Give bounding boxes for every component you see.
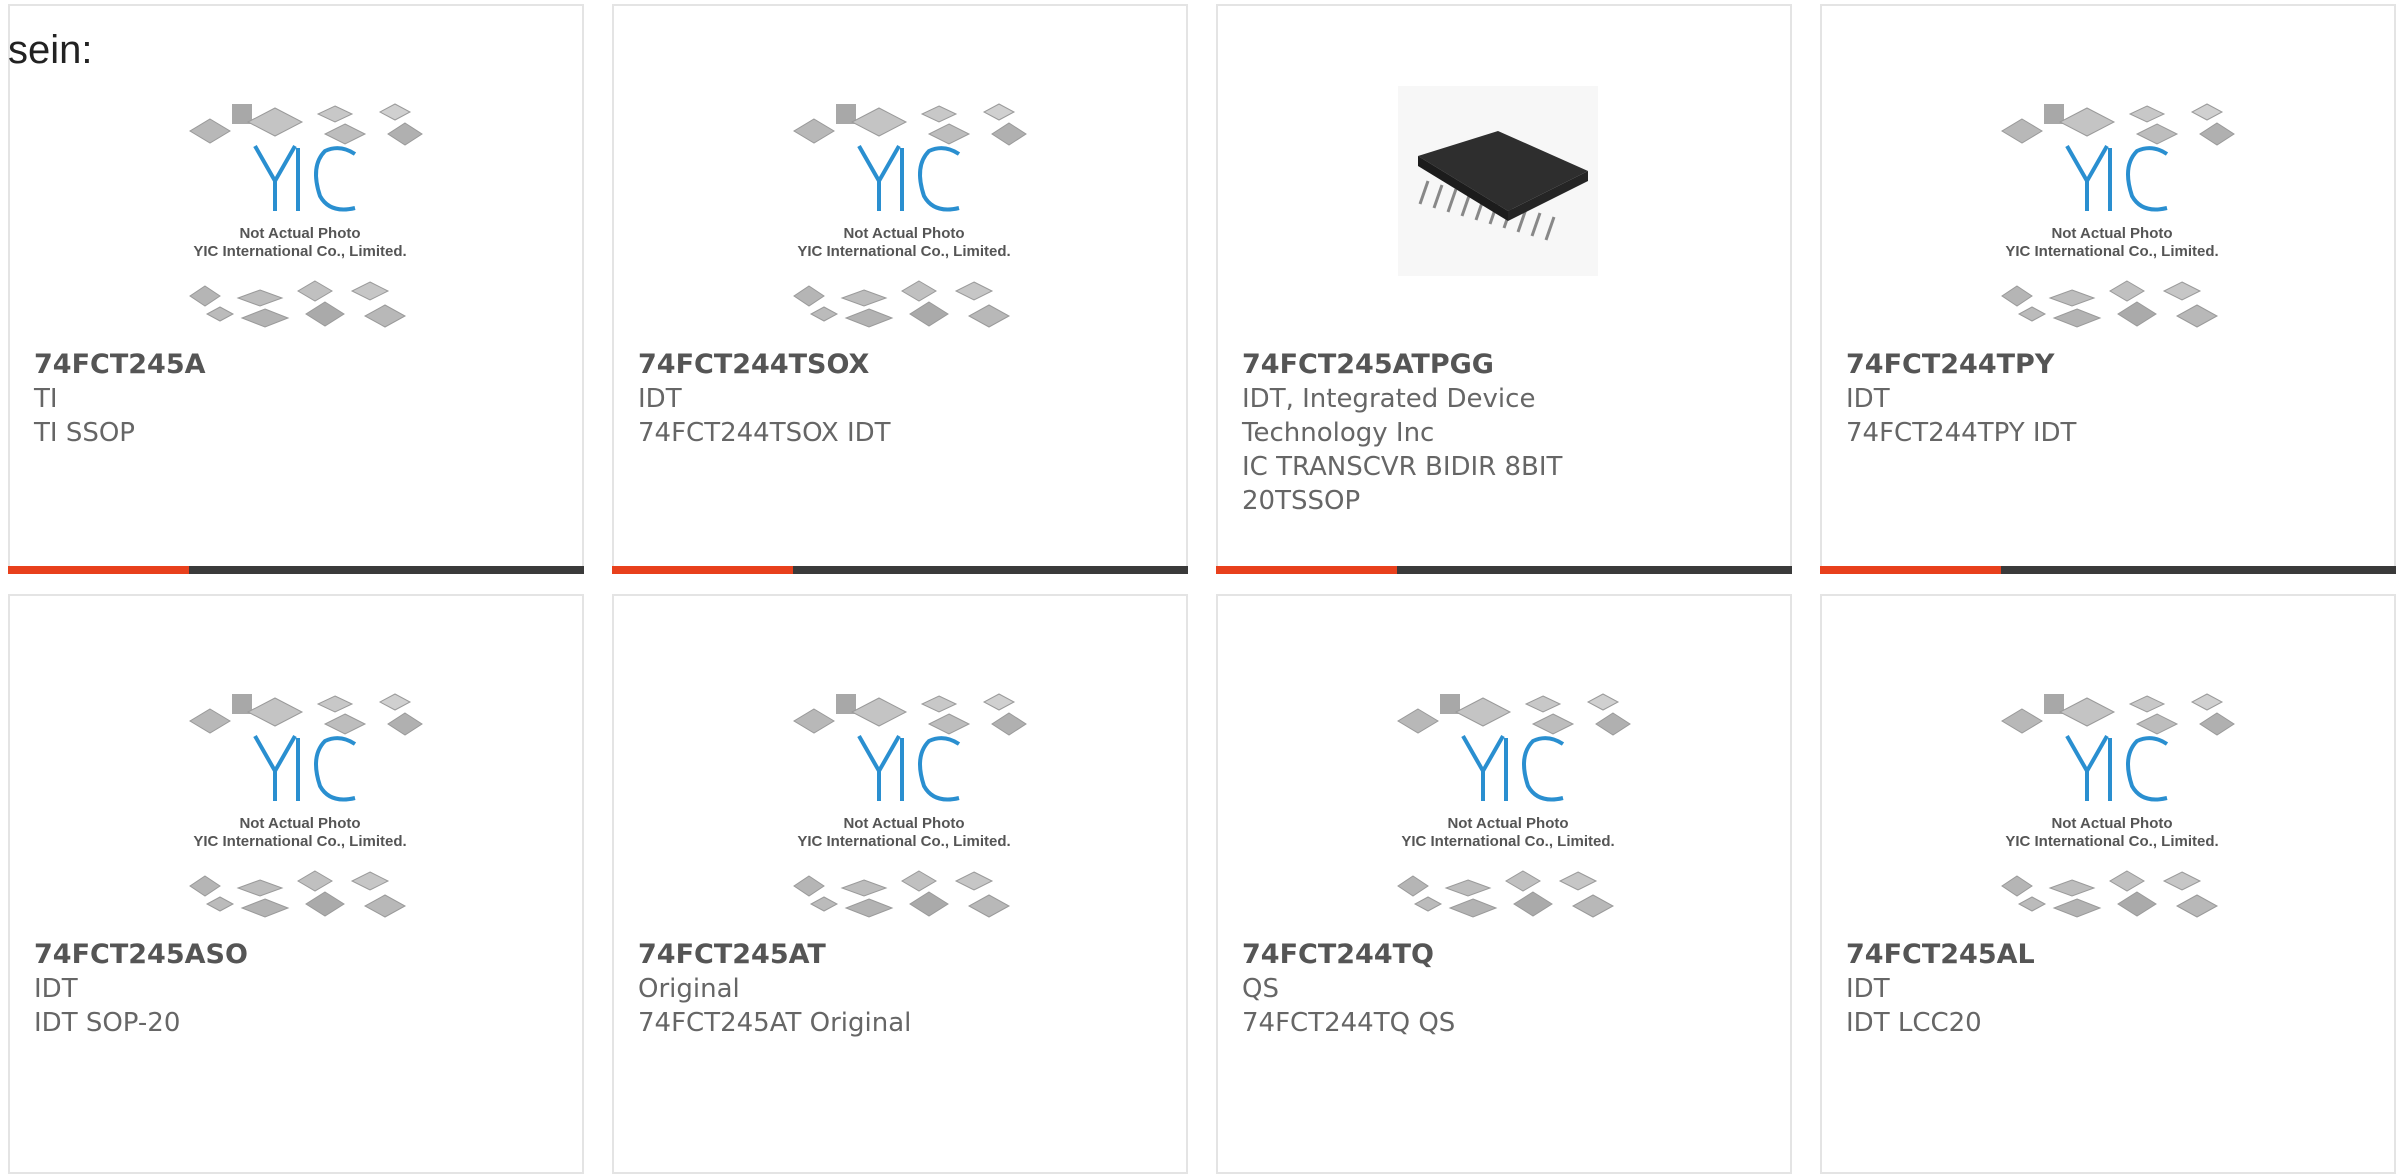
product-info: 74FCT245A TI TI SSOP (34, 348, 364, 450)
product-card[interactable]: Not Actual Photo YIC International Co., L… (612, 4, 1188, 574)
product-card[interactable]: Not Actual Photo YIC International Co., L… (1820, 4, 2396, 574)
part-number[interactable]: 74FCT245AT (638, 938, 968, 972)
placeholder-line1: Not Actual Photo (2051, 225, 2172, 242)
yic-placeholder-image[interactable]: Not Actual Photo YIC International Co., L… (754, 676, 1054, 936)
section-heading: sein: (8, 28, 93, 72)
placeholder-line2: YIC International Co., Limited. (797, 833, 1010, 850)
yic-logo-icon: Not Actual PhotoYIC International Co., L… (189, 693, 423, 918)
placeholder-line1: Not Actual Photo (2051, 815, 2172, 832)
product-card[interactable]: Not Actual Photo YIC International Co., L… (8, 4, 584, 574)
yic-logo-icon: Not Actual PhotoYIC International Co., L… (793, 103, 1027, 328)
yic-placeholder-image[interactable]: Not Actual Photo YIC International Co., L… (1962, 676, 2262, 936)
placeholder-line2: YIC International Co., Limited. (1401, 833, 1614, 850)
part-number[interactable]: 74FCT244TSOX (638, 348, 968, 382)
placeholder-line1: Not Actual Photo (843, 815, 964, 832)
product-info: 74FCT245AL IDT IDT LCC20 (1846, 938, 2176, 1040)
product-card[interactable]: Not Actual Photo YIC International Co., L… (1216, 594, 1792, 1174)
part-number[interactable]: 74FCT244TQ (1242, 938, 1572, 972)
product-card[interactable]: Not Actual Photo YIC International Co., L… (8, 594, 584, 1174)
yic-placeholder-image[interactable]: Not Actual Photo YIC International Co., L… (150, 676, 450, 936)
product-info: 74FCT244TSOX IDT 74FCT244TSOX IDT (638, 348, 968, 450)
yic-logo-icon: Not Actual PhotoYIC International Co., L… (1397, 693, 1631, 918)
manufacturer: IDT (1846, 974, 1890, 1004)
placeholder-line1: Not Actual Photo (239, 815, 360, 832)
product-card[interactable]: 74FCT245ATPGG IDT, Integrated Device Tec… (1216, 4, 1792, 574)
card-bottom-bar (1820, 566, 2396, 574)
manufacturer: IDT (638, 384, 682, 414)
product-card[interactable]: Not Actual Photo YIC International Co., L… (612, 594, 1188, 1174)
yic-placeholder-image[interactable]: Not Actual Photo YIC International Co., L… (754, 86, 1054, 346)
yic-logo-icon: Not Actual PhotoYIC International Co., L… (2001, 693, 2235, 918)
yic-logo-icon: Not Actual PhotoYIC International Co., L… (2001, 103, 2235, 328)
placeholder-line1: Not Actual Photo (239, 225, 360, 242)
placeholder-line2: YIC International Co., Limited. (797, 243, 1010, 260)
placeholder-line1: Not Actual Photo (1447, 815, 1568, 832)
description: IDT SOP-20 (34, 1008, 181, 1038)
manufacturer: Original (638, 974, 740, 1004)
part-number[interactable]: 74FCT244TPY (1846, 348, 2176, 382)
description: 74FCT244TPY IDT (1846, 418, 2077, 448)
tssop-chip-image[interactable] (1358, 76, 1658, 346)
part-number[interactable]: 74FCT245A (34, 348, 364, 382)
placeholder-line1: Not Actual Photo (843, 225, 964, 242)
product-info: 74FCT245ASO IDT IDT SOP-20 (34, 938, 364, 1040)
product-info: 74FCT244TPY IDT 74FCT244TPY IDT (1846, 348, 2176, 450)
manufacturer: TI (34, 384, 58, 414)
manufacturer: IDT (1846, 384, 1890, 414)
placeholder-line2: YIC International Co., Limited. (2005, 243, 2218, 260)
manufacturer: IDT, Integrated Device Technology Inc (1242, 384, 1536, 448)
product-info: 74FCT245AT Original 74FCT245AT Original (638, 938, 968, 1040)
card-bottom-bar (612, 566, 1188, 574)
description: IDT LCC20 (1846, 1008, 1982, 1038)
yic-logo-icon: Not Actual PhotoYIC International Co., L… (189, 103, 423, 328)
manufacturer: QS (1242, 974, 1279, 1004)
product-card[interactable]: Not Actual Photo YIC International Co., L… (1820, 594, 2396, 1174)
part-number[interactable]: 74FCT245AL (1846, 938, 2176, 972)
yic-logo-icon: Not Actual PhotoYIC International Co., L… (793, 693, 1027, 918)
description: TI SSOP (34, 418, 135, 448)
description: IC TRANSCVR BIDIR 8BIT 20TSSOP (1242, 452, 1563, 516)
yic-placeholder-image[interactable]: Not Actual Photo YIC International Co., L… (1358, 676, 1658, 936)
description: 74FCT244TSOX IDT (638, 418, 891, 448)
product-info: 74FCT244TQ QS 74FCT244TQ QS (1242, 938, 1572, 1040)
description: 74FCT244TQ QS (1242, 1008, 1456, 1038)
placeholder-line2: YIC International Co., Limited. (193, 243, 406, 260)
placeholder-line2: YIC International Co., Limited. (193, 833, 406, 850)
manufacturer: IDT (34, 974, 78, 1004)
placeholder-line2: YIC International Co., Limited. (2005, 833, 2218, 850)
part-number[interactable]: 74FCT245ATPGG (1242, 348, 1572, 382)
yic-placeholder-image[interactable]: Not Actual Photo YIC International Co., L… (150, 86, 450, 346)
yic-placeholder-image[interactable]: Not Actual Photo YIC International Co., L… (1962, 86, 2262, 346)
product-info: 74FCT245ATPGG IDT, Integrated Device Tec… (1242, 348, 1572, 518)
card-bottom-bar (8, 566, 584, 574)
card-bottom-bar (1216, 566, 1792, 574)
description: 74FCT245AT Original (638, 1008, 912, 1038)
part-number[interactable]: 74FCT245ASO (34, 938, 364, 972)
tssop-chip-icon (1398, 76, 1598, 276)
